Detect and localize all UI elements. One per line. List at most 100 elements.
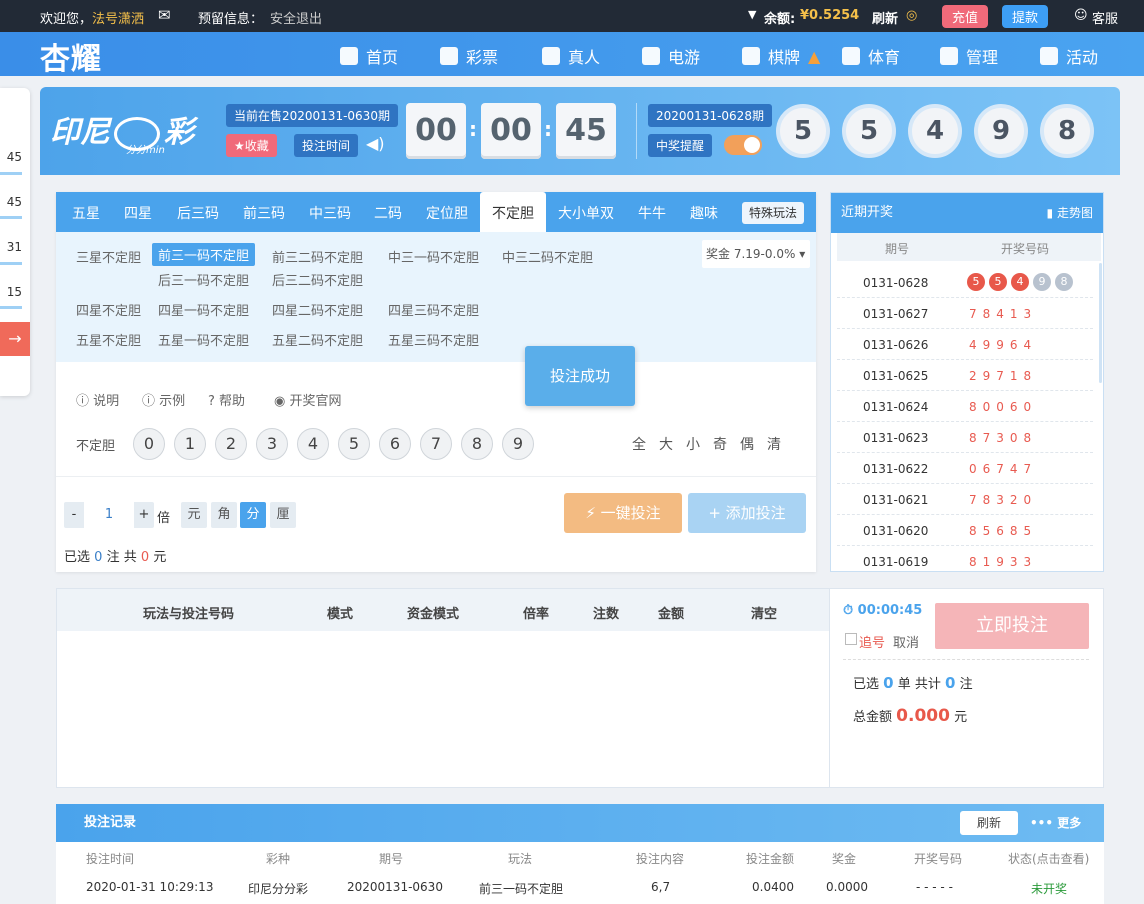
help-help[interactable]: ? 帮助	[208, 390, 245, 409]
number-ball[interactable]: 6	[379, 428, 411, 460]
bet-time-button[interactable]: 投注时间	[294, 134, 359, 157]
tab-four-star[interactable]: 四星	[114, 192, 162, 232]
special-play-button[interactable]: 特殊玩法	[742, 202, 805, 224]
tab-fun[interactable]: 趣味	[680, 192, 728, 232]
number-ball[interactable]: 9	[502, 428, 534, 460]
tab-niuniu[interactable]: 牛牛	[630, 192, 674, 232]
add-bet-button[interactable]: + 添加投注	[688, 493, 806, 533]
tab-mid-three[interactable]: 中三码	[300, 192, 360, 232]
minus-button[interactable]: -	[64, 502, 84, 528]
trend-link[interactable]: ▮ 走势图	[1047, 193, 1093, 233]
unit-yuan[interactable]: 元	[181, 502, 207, 528]
submit-bet-button[interactable]: 立即投注	[935, 603, 1089, 649]
countdown-hours: 00	[406, 103, 466, 159]
multiple-input[interactable]: 1	[84, 502, 134, 528]
number-ball[interactable]: 1	[174, 428, 206, 460]
refresh-link[interactable]: 刷新	[872, 8, 898, 27]
plus-icon: +	[708, 504, 721, 522]
one-click-bet-button[interactable]: ⚡ 一键投注	[564, 493, 682, 533]
clear-all-button[interactable]: 清空	[751, 603, 777, 622]
sub-play-item[interactable]: 四星三码不定胆	[388, 300, 479, 319]
side-time-2: 45	[6, 195, 22, 209]
rec-status-link[interactable]: 未开奖	[1031, 880, 1067, 897]
chase-checkbox[interactable]	[845, 633, 857, 645]
tab-last-three[interactable]: 后三码	[166, 192, 230, 232]
number-ball[interactable]: 5	[338, 428, 370, 460]
mail-icon[interactable]: ✉	[158, 6, 171, 24]
chase-label[interactable]: 追号	[859, 632, 885, 651]
username[interactable]: 法号潇洒	[92, 8, 144, 27]
cancel-link[interactable]: 取消	[893, 632, 919, 651]
arrow-right-icon[interactable]: →	[0, 322, 30, 356]
tab-first-three[interactable]: 前三码	[232, 192, 296, 232]
quick-small[interactable]: 小	[686, 434, 700, 454]
sub-play-item[interactable]: 四星一码不定胆	[158, 300, 249, 319]
sub-play-item[interactable]: 后三一码不定胆	[158, 270, 249, 289]
multiple-label: 倍	[157, 511, 171, 526]
records-more-link[interactable]: ••• 更多	[1030, 804, 1081, 842]
sub-play-item[interactable]: 四星二码不定胆	[272, 300, 363, 319]
sub-play-item[interactable]: 中三一码不定胆	[388, 247, 479, 266]
recent-header: 近期开奖 ▮ 走势图	[831, 193, 1103, 233]
balance-label: 余额:	[764, 12, 796, 27]
sub-play-item[interactable]: 前三二码不定胆	[272, 247, 363, 266]
number-ball[interactable]: 4	[297, 428, 329, 460]
nav-sports[interactable]: 体育	[842, 44, 900, 68]
quick-all[interactable]: 全	[632, 434, 646, 454]
unit-fen[interactable]: 分	[240, 502, 266, 528]
number-ball[interactable]: 2	[215, 428, 247, 460]
service-link[interactable]: 客服	[1092, 8, 1118, 27]
recent-scrollbar[interactable]	[1099, 263, 1102, 383]
tab-five-star[interactable]: 五星	[62, 192, 110, 232]
unit-jiao[interactable]: 角	[211, 502, 237, 528]
nav-home[interactable]: 首页	[340, 44, 398, 68]
number-ball[interactable]: 3	[256, 428, 288, 460]
plus-button[interactable]: +	[134, 502, 154, 528]
speaker-icon[interactable]: ◀)	[366, 134, 385, 153]
tab-size-parity[interactable]: 大小单双	[550, 192, 622, 232]
chevron-down-icon[interactable]: ▼	[748, 8, 756, 21]
col-rate: 倍率	[523, 607, 550, 622]
prize-select[interactable]: 奖金 7.19-0.0% ▾	[702, 240, 810, 268]
bolt-icon: ⚡	[585, 504, 596, 522]
win-remind-label: 中奖提醒	[648, 134, 713, 157]
tab-uncertain[interactable]: 不定胆	[480, 192, 546, 232]
success-toast: 投注成功	[525, 346, 635, 406]
sub-play-item[interactable]: 中三二码不定胆	[502, 247, 593, 266]
unit-li[interactable]: 厘	[270, 502, 296, 528]
quick-odd[interactable]: 奇	[713, 434, 727, 454]
service-icon[interactable]: ☺	[1074, 8, 1088, 23]
nav-live[interactable]: 真人	[542, 44, 600, 68]
quick-even[interactable]: 偶	[740, 434, 754, 454]
number-ball[interactable]: 8	[461, 428, 493, 460]
sub-play-item[interactable]: 后三二码不定胆	[272, 270, 363, 289]
records-refresh-button[interactable]: 刷新	[960, 811, 1018, 835]
number-ball[interactable]: 7	[420, 428, 452, 460]
tab-position[interactable]: 定位胆	[416, 192, 478, 232]
sub-play-item[interactable]: 五星一码不定胆	[158, 330, 249, 349]
lottery-header: 印尼彩 分分min 当前在售20200131-0630期 ★收藏 投注时间 ◀)…	[40, 87, 1120, 175]
nav-lottery[interactable]: 彩票	[440, 44, 498, 68]
quick-clear[interactable]: 清	[767, 434, 781, 454]
sub-play-item[interactable]: 五星三码不定胆	[388, 330, 479, 349]
sub-play-item[interactable]: 五星二码不定胆	[272, 330, 363, 349]
logout-link[interactable]: 安全退出	[270, 8, 322, 27]
help-official[interactable]: ◉ 开奖官网	[274, 390, 342, 409]
eye-hide-icon[interactable]: ◎	[906, 8, 917, 23]
number-ball[interactable]: 0	[133, 428, 165, 460]
tab-two[interactable]: 二码	[364, 192, 412, 232]
win-remind-toggle[interactable]	[724, 135, 762, 155]
quick-big[interactable]: 大	[659, 434, 673, 454]
rec-col-status: 状态(点击查看)	[1008, 852, 1090, 866]
help-info[interactable]: ⓘ 说明	[76, 390, 119, 409]
recharge-button[interactable]: 充值	[942, 5, 989, 28]
withdraw-button[interactable]: 提款	[1002, 5, 1049, 28]
site-logo[interactable]: 杏耀	[40, 34, 102, 78]
favorite-button[interactable]: ★收藏	[226, 134, 277, 157]
nav-activity[interactable]: 活动	[1040, 44, 1098, 68]
nav-chess[interactable]: 棋牌 ▲	[742, 44, 820, 68]
nav-games[interactable]: 电游	[642, 44, 700, 68]
sub-play-item[interactable]: 前三一码不定胆	[152, 243, 256, 266]
nav-manage[interactable]: 管理	[940, 44, 998, 68]
help-example[interactable]: ⓘ 示例	[142, 390, 185, 409]
